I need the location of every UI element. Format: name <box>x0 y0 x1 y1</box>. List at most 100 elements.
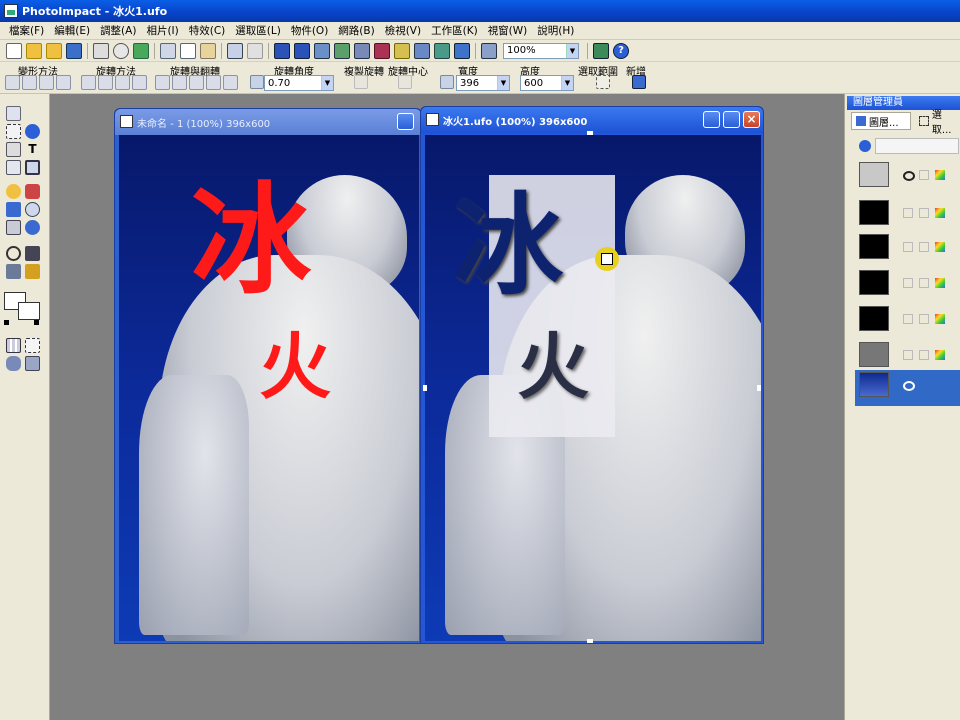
minimize-button[interactable] <box>397 113 414 130</box>
view-icon[interactable] <box>6 356 21 371</box>
rotate-horizontal-icon[interactable] <box>98 75 113 90</box>
document-window-untitled[interactable]: 未命名 - 1 (100%) 396x600 冰 火 <box>114 108 422 644</box>
web-icon[interactable] <box>133 42 149 59</box>
menu-web[interactable]: 網路(B) <box>333 23 379 38</box>
flip-vertical-icon[interactable] <box>223 75 238 90</box>
visibility-checkbox[interactable] <box>903 278 913 288</box>
fill-tool-icon[interactable] <box>6 184 21 199</box>
shape-tool-icon[interactable] <box>25 220 40 235</box>
open-icon[interactable] <box>26 42 42 59</box>
rotate-center-icon[interactable] <box>398 75 412 89</box>
effects-icon[interactable] <box>935 350 945 360</box>
lock-checkbox[interactable] <box>919 242 929 252</box>
rotate-right-icon[interactable] <box>172 75 187 90</box>
visibility-checkbox[interactable] <box>903 350 913 360</box>
visibility-checkbox[interactable] <box>903 242 913 252</box>
lock-checkbox[interactable] <box>919 170 929 180</box>
retouch-tool-icon[interactable] <box>25 264 40 279</box>
eyedropper-tool-icon[interactable] <box>25 246 40 261</box>
document-window-active[interactable]: 冰火1.ufo (100%) 396x600 × 冰 火 <box>420 106 764 644</box>
copy-rotate-icon[interactable] <box>354 75 368 89</box>
effects-icon[interactable] <box>935 170 945 180</box>
maximize-button[interactable] <box>723 111 740 128</box>
transform-tool-icon[interactable] <box>25 160 40 175</box>
menu-workspace[interactable]: 工作區(K) <box>426 23 483 38</box>
crop-tool-icon[interactable] <box>6 160 21 175</box>
rotate-free-icon[interactable] <box>81 75 96 90</box>
layer-row-selected[interactable] <box>855 370 960 406</box>
brush-tool-icon[interactable] <box>25 184 40 199</box>
lock-checkbox[interactable] <box>919 278 929 288</box>
open-recent-icon[interactable] <box>46 42 62 59</box>
gallery-icon[interactable] <box>354 42 370 59</box>
eraser-tool-icon[interactable] <box>6 220 21 235</box>
minimize-button[interactable] <box>703 111 720 128</box>
zoom-tool-icon[interactable] <box>481 42 497 59</box>
document-canvas[interactable]: 冰 火 <box>119 135 419 641</box>
menu-file[interactable]: 檔案(F) <box>4 23 49 38</box>
pick-tool-icon[interactable] <box>6 106 21 121</box>
distort-icon[interactable] <box>39 75 54 90</box>
zoom-select[interactable]: 100% ▼ <box>503 42 579 59</box>
select-range-icon[interactable] <box>596 75 610 89</box>
rotate-move-icon[interactable] <box>132 75 147 90</box>
album-icon[interactable] <box>314 42 330 59</box>
height-input[interactable]: 600 ▼ <box>520 75 574 91</box>
resize-handle[interactable] <box>423 385 427 391</box>
effects-icon[interactable] <box>935 208 945 218</box>
lasso-tool-icon[interactable] <box>25 124 40 139</box>
menu-edit[interactable]: 編輯(E) <box>49 23 95 38</box>
paste-icon[interactable] <box>200 42 216 59</box>
menu-effect[interactable]: 特效(C) <box>184 23 231 38</box>
mask-icon[interactable] <box>25 338 40 353</box>
rotate-angle-input[interactable]: 0.70 ▼ <box>264 75 334 91</box>
resize-handle[interactable] <box>587 639 593 643</box>
scanner-icon[interactable] <box>274 42 290 59</box>
eye-icon[interactable] <box>903 381 915 391</box>
grid-icon[interactable] <box>6 338 21 353</box>
add-icon[interactable] <box>632 75 646 89</box>
camera-icon[interactable] <box>294 42 310 59</box>
resize-handle[interactable] <box>757 385 761 391</box>
perspective-icon[interactable] <box>56 75 71 90</box>
background-color-swatch[interactable] <box>18 302 40 320</box>
effects-icon[interactable] <box>935 242 945 252</box>
menu-photo[interactable]: 相片(I) <box>141 23 183 38</box>
layer-filter-field[interactable] <box>875 138 959 154</box>
stamp-tool-icon[interactable] <box>6 202 21 217</box>
frame-icon[interactable] <box>334 42 350 59</box>
layer-row[interactable] <box>845 306 960 342</box>
text-tool-icon[interactable]: T <box>25 142 40 157</box>
paint-tool-icon[interactable] <box>6 264 21 279</box>
text-effect-icon[interactable] <box>434 42 450 59</box>
lock-checkbox[interactable] <box>919 350 929 360</box>
menu-object[interactable]: 物件(O) <box>286 23 333 38</box>
lock-ratio-icon[interactable] <box>440 75 454 89</box>
menu-window[interactable]: 視窗(W) <box>483 23 533 38</box>
gallery2-icon[interactable] <box>454 42 470 59</box>
photo-icon[interactable] <box>374 42 390 59</box>
line-tool-icon[interactable] <box>6 142 21 157</box>
effects-icon[interactable] <box>935 278 945 288</box>
slant-icon[interactable] <box>22 75 37 90</box>
layer-row[interactable] <box>845 270 960 306</box>
zoom-tool-icon[interactable] <box>6 246 21 261</box>
effects-icon[interactable] <box>935 314 945 324</box>
menu-view[interactable]: 檢視(V) <box>380 23 426 38</box>
redo-icon[interactable] <box>247 42 263 59</box>
clone-tool-icon[interactable] <box>25 202 40 217</box>
undo-icon[interactable] <box>227 42 243 59</box>
preview-icon[interactable] <box>113 42 129 59</box>
menu-adjust[interactable]: 調整(A) <box>95 23 141 38</box>
rotate-180-icon[interactable] <box>189 75 204 90</box>
lock-checkbox[interactable] <box>919 208 929 218</box>
tab-selection[interactable]: 選取... <box>915 110 960 136</box>
resize-icon[interactable] <box>5 75 20 90</box>
swap-colors-icon[interactable] <box>34 320 39 325</box>
save-icon[interactable] <box>66 42 82 59</box>
document-title-bar[interactable]: 未命名 - 1 (100%) 396x600 <box>115 109 421 135</box>
resize-handle[interactable] <box>587 131 593 135</box>
close-button[interactable]: × <box>743 111 760 128</box>
tab-layers[interactable]: 圖層... <box>851 112 911 130</box>
flip-horizontal-icon[interactable] <box>206 75 221 90</box>
